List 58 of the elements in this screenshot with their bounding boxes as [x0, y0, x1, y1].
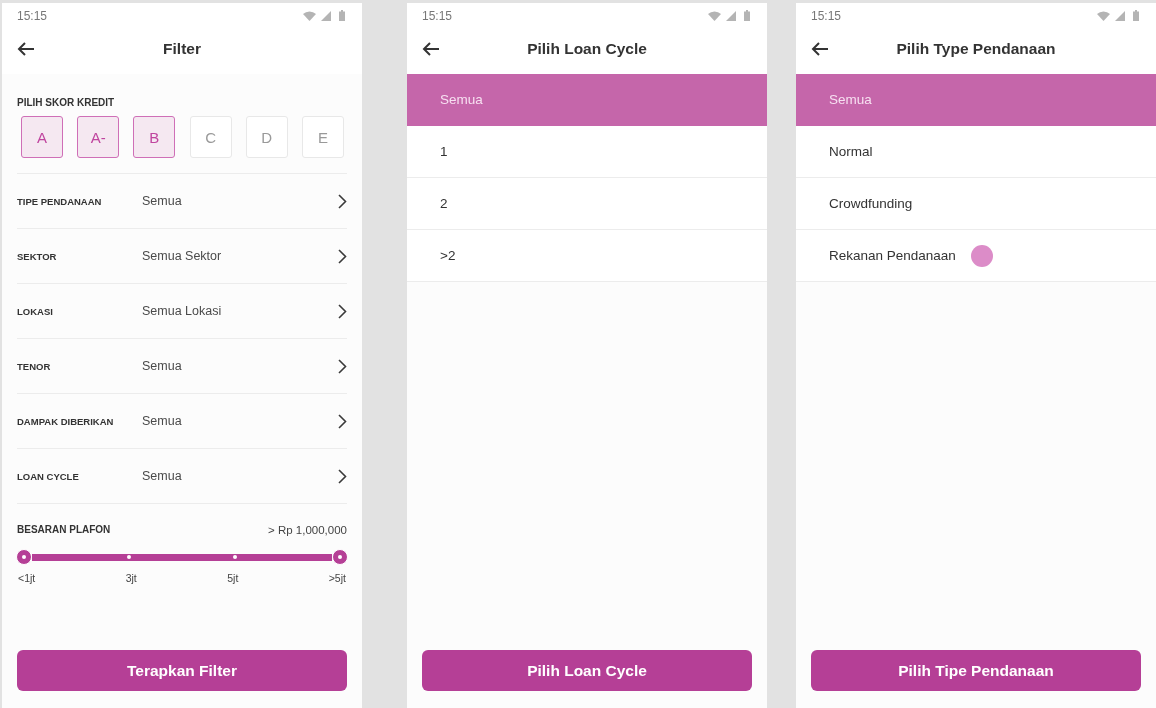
- score-option[interactable]: B: [133, 116, 176, 158]
- filter-value: Semua Sektor: [142, 249, 223, 263]
- chevron-right-icon[interactable]: [338, 413, 347, 429]
- status-time: 15:15: [422, 8, 453, 23]
- filter-value: Semua: [142, 414, 183, 428]
- battery-icon: [339, 10, 345, 21]
- filter-label: LOKASI: [17, 305, 54, 317]
- back-icon[interactable]: [422, 42, 440, 56]
- chevron-right-icon[interactable]: [338, 193, 347, 209]
- chevron-right-icon[interactable]: [338, 358, 347, 374]
- range-reading: > Rp 1,000,000: [268, 524, 347, 536]
- score-option[interactable]: A-: [77, 116, 120, 158]
- primary-button[interactable]: Terapkan Filter: [17, 650, 347, 691]
- filter-value: Semua: [142, 469, 183, 483]
- primary-button[interactable]: Pilih Loan Cycle: [422, 650, 752, 691]
- filter-value: Semua: [142, 194, 183, 208]
- filter-value: Semua Lokasi: [142, 304, 223, 318]
- chevron-right-icon[interactable]: [338, 468, 347, 484]
- screen-title: Pilih Type Pendanaan: [895, 40, 1057, 58]
- section-label: BESARAN PLAFON: [17, 524, 111, 536]
- wifi-icon: [708, 10, 721, 21]
- score-option[interactable]: A: [21, 116, 63, 158]
- tick-label: 3jt: [125, 572, 137, 584]
- list-option[interactable]: Semua: [796, 74, 1156, 126]
- tick-label: <1jt: [18, 572, 36, 584]
- filter-value: Semua: [142, 359, 183, 373]
- filter-label: TENOR: [17, 360, 52, 372]
- filter-label: DAMPAK DIBERIKAN: [17, 415, 115, 427]
- tick-dot-icon: [232, 555, 237, 559]
- primary-button[interactable]: Pilih Tipe Pendanaan: [811, 650, 1141, 691]
- slider-handle[interactable]: [16, 549, 32, 565]
- tick-label: 5jt: [227, 572, 239, 584]
- tick-dot-icon: [127, 555, 132, 559]
- back-icon[interactable]: [811, 42, 829, 56]
- battery-icon: [1133, 10, 1139, 21]
- status-time: 15:15: [811, 8, 842, 23]
- section-label: PILIH SKOR KREDIT: [17, 97, 116, 109]
- chevron-right-icon[interactable]: [338, 248, 347, 264]
- signal-icon: [1115, 10, 1125, 21]
- filter-label: TIPE PENDANAAN: [17, 195, 103, 207]
- signal-icon: [726, 10, 736, 21]
- screen-title: Filter: [162, 40, 202, 58]
- signal-icon: [321, 10, 331, 21]
- slider-handle[interactable]: [332, 549, 348, 565]
- wifi-icon: [1097, 10, 1110, 21]
- wifi-icon: [303, 10, 316, 21]
- filter-label: SEKTOR: [17, 250, 58, 262]
- screen-title: Pilih Loan Cycle: [526, 40, 648, 58]
- list-option[interactable]: Semua: [407, 74, 767, 126]
- status-time: 15:15: [17, 8, 48, 23]
- score-option[interactable]: E: [301, 116, 344, 158]
- score-option[interactable]: C: [189, 116, 232, 158]
- battery-icon: [744, 10, 750, 21]
- tick-label: >5jt: [328, 572, 346, 584]
- filter-label: LOAN CYCLE: [17, 470, 80, 482]
- score-option[interactable]: D: [245, 116, 288, 158]
- back-icon[interactable]: [17, 42, 35, 56]
- chevron-right-icon[interactable]: [338, 303, 347, 319]
